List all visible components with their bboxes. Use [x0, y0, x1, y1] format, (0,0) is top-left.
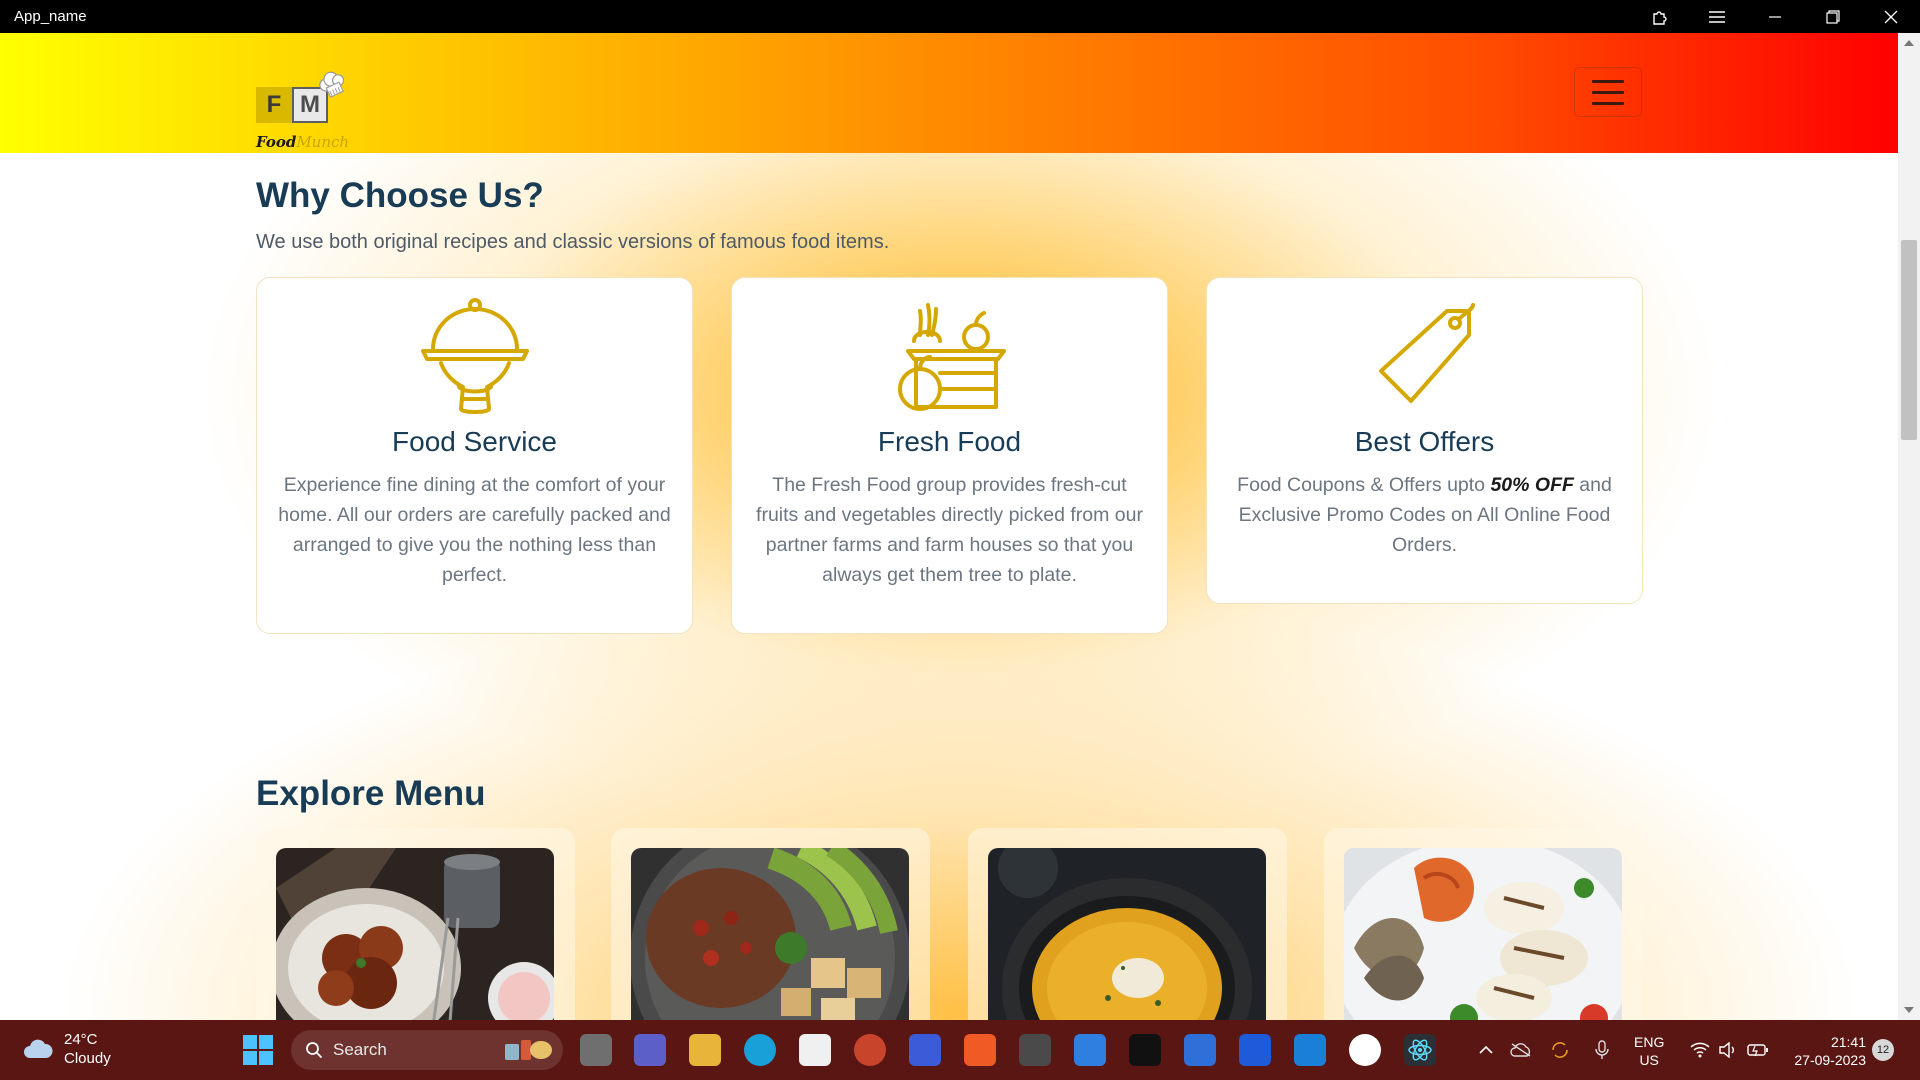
- best-offers-title: Best Offers: [1354, 426, 1495, 457]
- window-controls: [1630, 0, 1920, 33]
- brand-first-word: Food: [256, 133, 297, 151]
- extensions-icon[interactable]: [1630, 0, 1688, 33]
- notes-app-icon[interactable]: [909, 1034, 941, 1066]
- menu-item-card[interactable]: [1324, 828, 1643, 1020]
- menu-lines-icon[interactable]: [1688, 0, 1746, 33]
- window-title: App_name: [14, 8, 87, 25]
- menu-item-card[interactable]: [611, 828, 930, 1020]
- taskbar-search-box[interactable]: Search: [291, 1030, 563, 1070]
- why-choose-description: We use both original recipes and classic…: [256, 231, 890, 253]
- foodmunch-logo[interactable]: F M FoodMunch: [254, 51, 354, 151]
- microsoft-store-icon[interactable]: [799, 1034, 831, 1066]
- why-choose-heading: Why Choose Us?: [256, 176, 544, 215]
- remote-desktop-icon[interactable]: [1184, 1034, 1216, 1066]
- logo-letter-f: F: [256, 87, 292, 123]
- fresh-food-card: Fresh Food The Fresh Food group provides…: [731, 277, 1168, 634]
- hamburger-icon-line: [1592, 90, 1624, 94]
- restore-button[interactable]: [1804, 0, 1862, 33]
- hamburger-icon-line: [1592, 101, 1624, 105]
- vscode-icon[interactable]: [1294, 1034, 1326, 1066]
- windows-taskbar: 24°C Cloudy Search ENG US 21:41 27-09-20…: [0, 1020, 1920, 1080]
- language-code: ENG: [1634, 1034, 1665, 1050]
- rice-bowl-avocado-photo: [631, 848, 909, 1020]
- powerpoint-icon[interactable]: [854, 1034, 886, 1066]
- region-code: US: [1639, 1052, 1659, 1068]
- scrollbar-thumb[interactable]: [1901, 240, 1917, 440]
- pumpkin-soup-photo: [988, 848, 1266, 1020]
- brave-browser-icon[interactable]: [964, 1034, 996, 1066]
- unity-hub-icon[interactable]: [1019, 1034, 1051, 1066]
- windows-start-icon[interactable]: [243, 1035, 273, 1065]
- price-tag-icon: [1225, 296, 1624, 416]
- fresh-produce-basket-icon: [750, 296, 1149, 416]
- todo-app-icon[interactable]: [1074, 1034, 1106, 1066]
- logo-brand-text: FoodMunch: [256, 133, 349, 151]
- hamburger-icon: [1592, 79, 1624, 83]
- explore-menu-heading: Explore Menu: [256, 774, 486, 813]
- minimize-button[interactable]: [1746, 0, 1804, 33]
- webex-icon[interactable]: [1239, 1034, 1271, 1066]
- menu-item-card[interactable]: [256, 828, 575, 1020]
- fresh-food-title: Fresh Food: [877, 426, 1022, 457]
- window-titlebar: App_name: [0, 0, 1920, 33]
- app-viewport: F M FoodMunch Why Choose Us? We use both…: [0, 33, 1898, 1020]
- seafood-platter-photo: [1344, 848, 1622, 1020]
- arc-app-icon[interactable]: [1129, 1034, 1161, 1066]
- menu-item-card[interactable]: [968, 828, 1287, 1020]
- chef-hat-icon: [319, 71, 345, 98]
- weather-description: Cloudy: [64, 1050, 111, 1067]
- search-highlight-icon: [505, 1040, 552, 1060]
- weather-widget[interactable]: 24°C Cloudy: [22, 1030, 111, 1068]
- system-clock[interactable]: 21:41 27-09-2023: [1786, 1033, 1866, 1069]
- microphone-icon[interactable]: [1586, 1034, 1618, 1066]
- teams-chat-icon[interactable]: [634, 1034, 666, 1066]
- battery-icon[interactable]: [1742, 1034, 1774, 1066]
- onedrive-cloud-icon[interactable]: [1505, 1034, 1537, 1066]
- cloche-serving-icon: [275, 296, 674, 416]
- clock-time: 21:41: [1830, 1034, 1866, 1050]
- edge-browser-icon[interactable]: [744, 1034, 776, 1066]
- fresh-food-text: The Fresh Food group provides fresh-cut …: [756, 474, 1143, 586]
- fried-chicken-photo: [276, 848, 554, 1020]
- task-view-icon[interactable]: [580, 1034, 612, 1066]
- vertical-scrollbar[interactable]: [1898, 33, 1920, 1020]
- weather-temperature: 24°C: [64, 1031, 98, 1048]
- discount-highlight: 50% OFF: [1490, 474, 1574, 496]
- scroll-up-arrow-icon[interactable]: [1898, 35, 1920, 51]
- clock-date: 27-09-2023: [1794, 1052, 1866, 1068]
- food-service-title: Food Service: [392, 426, 557, 457]
- close-button[interactable]: [1862, 0, 1920, 33]
- brand-second-word: Munch: [296, 133, 350, 151]
- hamburger-menu-button[interactable]: [1574, 67, 1642, 117]
- show-hidden-icons-chevron-icon[interactable]: [1470, 1034, 1502, 1066]
- react-app-icon[interactable]: [1404, 1034, 1436, 1066]
- food-service-card: Food Service Experience fine dining at t…: [256, 277, 693, 634]
- volume-icon[interactable]: [1712, 1034, 1744, 1066]
- best-offers-text-part1: Food Coupons & Offers upto: [1237, 474, 1491, 496]
- best-offers-card: Best Offers Food Coupons & Offers upto 5…: [1206, 277, 1643, 604]
- sync-icon[interactable]: [1544, 1034, 1576, 1066]
- notification-count-badge[interactable]: 12: [1872, 1039, 1894, 1061]
- navbar: F M FoodMunch: [0, 33, 1898, 153]
- nxtwave-icon[interactable]: [1349, 1034, 1381, 1066]
- cloud-icon: [24, 1039, 53, 1058]
- search-label: Search: [333, 1040, 387, 1059]
- file-explorer-icon[interactable]: [689, 1034, 721, 1066]
- best-offers-text: Food Coupons & Offers upto 50% OFF and E…: [1225, 470, 1624, 560]
- food-service-text: Experience fine dining at the comfort of…: [278, 474, 671, 586]
- search-icon: [306, 1042, 323, 1059]
- scroll-down-arrow-icon[interactable]: [1898, 1002, 1920, 1018]
- language-indicator[interactable]: ENG US: [1634, 1033, 1664, 1069]
